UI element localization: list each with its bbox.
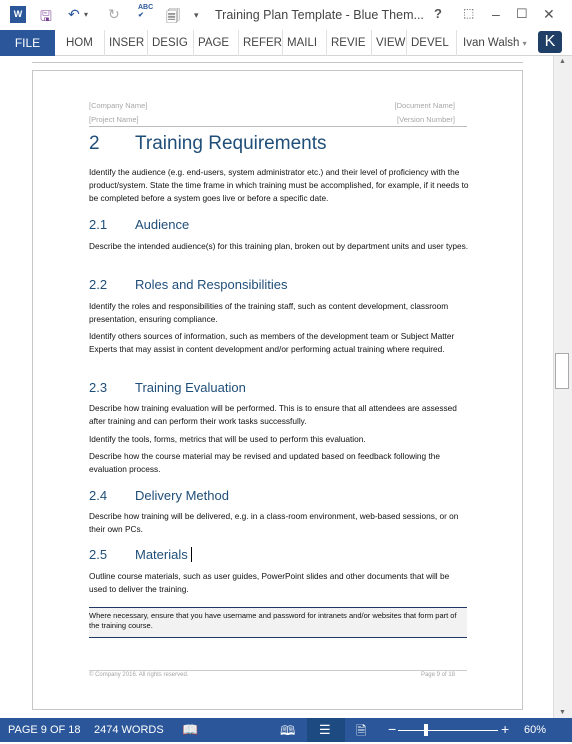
previous-page-edge [32, 62, 523, 63]
spelling-icon[interactable]: ABC ✔ [138, 4, 153, 19]
footer-page: Page 9 of 18 [420, 672, 455, 678]
tab-page-layout[interactable]: PAGE [193, 30, 229, 56]
scroll-down-icon[interactable]: ▼ [559, 709, 566, 716]
print-layout-icon: ☰ [319, 722, 331, 737]
paragraph: Describe how the course material may be … [89, 451, 440, 474]
paragraph: Identify the tools, forms, metrics that … [89, 434, 366, 444]
status-bar: PAGE 9 OF 18 2474 WORDS 📖 🕮 ☰ 🗎 − + 60% [0, 718, 572, 742]
title-bar: W 🖫 ↶ ▾ ↻ ABC ✔ 🗐 ▾ Training Plan Templat… [0, 0, 572, 30]
header-project: [Project Name] [89, 115, 139, 124]
close-icon[interactable]: ✕ [543, 6, 555, 23]
section-paragraph: Identify the audience (e.g. end-users, s… [89, 167, 469, 203]
undo-icon[interactable]: ↶ [68, 6, 80, 23]
subsection-number: 2.5 [89, 547, 108, 562]
tab-file[interactable]: FILE [0, 30, 55, 56]
section-number: 2 [89, 133, 100, 154]
web-layout-icon[interactable]: 🗎 [356, 722, 366, 744]
user-name: Ivan Walsh [463, 37, 520, 49]
tab-home[interactable]: HOM [62, 30, 93, 56]
subsection-number: 2.3 [89, 380, 108, 395]
subsection-heading: 2.1 Audience [89, 217, 189, 232]
tab-review[interactable]: REVIE [326, 30, 366, 56]
chevron-down-icon: ▾ [522, 39, 527, 48]
paragraph: Describe how training evaluation will be… [89, 403, 457, 426]
word-count[interactable]: 2474 WORDS [94, 724, 164, 736]
scroll-up-icon[interactable]: ▲ [559, 58, 566, 65]
paragraph: Describe the intended audience(s) for th… [89, 241, 469, 251]
subsection-heading: 2.4 Delivery Method [89, 488, 229, 503]
ribbon-display-icon[interactable]: ⬚ [463, 6, 474, 20]
footer-rule [89, 670, 467, 671]
tab-design[interactable]: DESIG [147, 30, 188, 56]
tab-mailings[interactable]: MAILI [282, 30, 317, 56]
tab-references[interactable]: REFER [238, 30, 282, 56]
subsection-title: Delivery Method [135, 488, 229, 503]
read-mode-icon[interactable]: 🕮 [280, 722, 295, 744]
word-app-icon[interactable]: W [10, 6, 26, 23]
touch-mode-icon[interactable]: 🗐 [166, 6, 180, 30]
help-icon[interactable]: ? [434, 6, 442, 21]
proofing-icon[interactable]: 📖 [182, 722, 198, 738]
subsection-title: Materials [135, 547, 188, 562]
section-title: Training Requirements [135, 133, 327, 154]
tab-insert[interactable]: INSER [104, 30, 144, 56]
section-heading: 2 Training Requirements [89, 133, 327, 155]
print-layout-button[interactable]: ☰ [307, 718, 345, 742]
subsection-title: Training Evaluation [135, 380, 246, 395]
redo-icon[interactable]: ↻ [108, 6, 120, 23]
header-version: [Version Number] [397, 115, 455, 124]
paragraph: Describe how training will be delivered,… [89, 511, 459, 534]
header-rule [89, 126, 467, 127]
user-account[interactable]: Ivan Walsh ▾ [456, 30, 527, 56]
tab-developer[interactable]: DEVEL [406, 30, 449, 56]
paragraph: Identify the roles and responsibilities … [89, 301, 449, 324]
save-icon[interactable]: 🖫 [40, 6, 52, 30]
zoom-out-icon[interactable]: − [388, 721, 396, 737]
subsection-title: Audience [135, 217, 190, 232]
subsection-heading: 2.5 Materials [89, 547, 196, 562]
subsection-heading: 2.2 Roles and Responsibilities [89, 277, 287, 292]
subsection-number: 2.2 [89, 277, 108, 292]
zoom-slider[interactable] [398, 730, 498, 731]
zoom-slider-handle[interactable] [424, 724, 428, 736]
paragraph: Outline course materials, such as user g… [89, 571, 450, 594]
minimize-icon[interactable]: – [492, 6, 500, 22]
subsection-title: Roles and Responsibilities [135, 277, 288, 292]
footer-copyright: © Company 2016. All rights reserved. [89, 672, 189, 678]
header-company: [Company Name] [89, 101, 148, 110]
user-avatar[interactable]: K [538, 31, 562, 53]
zoom-in-icon[interactable]: + [501, 721, 509, 737]
customize-toolbar-icon[interactable]: ▾ [194, 10, 199, 21]
subsection-number: 2.1 [89, 217, 108, 232]
text-cursor [190, 547, 196, 562]
undo-dropdown-icon[interactable]: ▾ [84, 10, 88, 19]
subsection-number: 2.4 [89, 488, 108, 503]
scrollbar-thumb[interactable] [555, 353, 569, 389]
subsection-heading: 2.3 Training Evaluation [89, 380, 246, 395]
zoom-level[interactable]: 60% [524, 724, 546, 736]
page-count[interactable]: PAGE 9 OF 18 [8, 724, 81, 736]
paragraph: Identify others sources of information, … [89, 331, 455, 354]
tab-view[interactable]: VIEW [371, 30, 405, 56]
callout-box: Where necessary, ensure that you have us… [89, 607, 467, 638]
maximize-icon[interactable]: ☐ [516, 6, 528, 22]
ribbon-tabs: FILE HOM INSER DESIG PAGE REFER MAILI RE… [0, 30, 572, 56]
header-document: [Document Name] [394, 101, 455, 110]
window-title: Training Plan Template - Blue Them... [215, 8, 424, 22]
